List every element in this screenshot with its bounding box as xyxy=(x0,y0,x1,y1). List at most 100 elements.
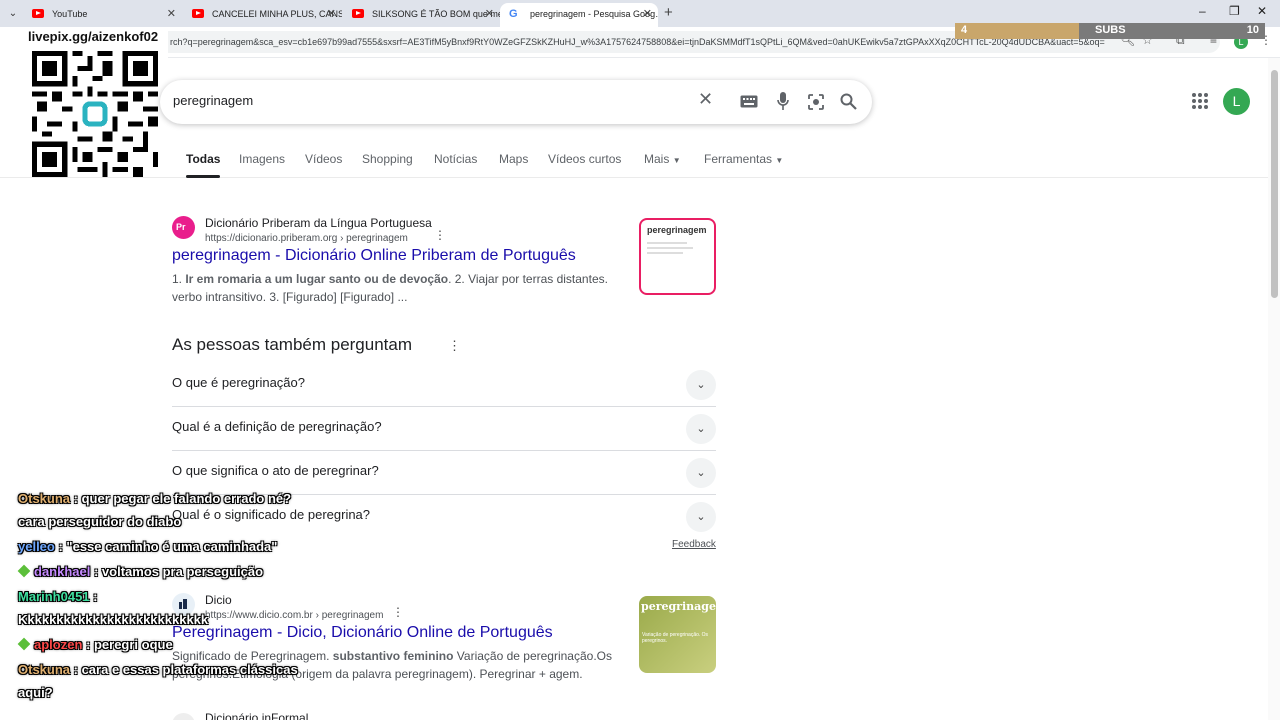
thumbnail-line xyxy=(647,252,683,254)
close-tab-icon[interactable]: ✕ xyxy=(485,3,494,25)
google-apps-icon[interactable] xyxy=(1192,93,1208,109)
result-url[interactable]: https://www.dicio.com.br › peregrinagem xyxy=(205,610,383,621)
tab-title: SILKSONG É TÃO BOM que me… xyxy=(372,9,500,19)
result-snippet: 1. Ir em romaria a um lugar santo ou de … xyxy=(172,270,612,306)
google-favicon-icon: G xyxy=(509,8,518,20)
subs-label: SUBS xyxy=(1095,24,1126,36)
tab-videos-curtos[interactable]: Vídeos curtos xyxy=(548,152,621,166)
paa-question[interactable]: O que é peregrinação? ⌄ xyxy=(172,363,716,407)
tab-mais-label: Mais xyxy=(644,152,670,166)
browser-tab-silksong[interactable]: SILKSONG É TÃO BOM que me… ✕ xyxy=(342,3,500,27)
close-tab-icon[interactable]: ✕ xyxy=(167,3,176,25)
tab-noticias[interactable]: Notícias xyxy=(434,152,477,166)
result-options-icon[interactable]: ⋮ xyxy=(434,228,446,242)
tab-title: CANCELEI MINHA PLUS, CANS… xyxy=(212,9,342,19)
result-title-link[interactable]: Peregrinagem - Dicio, Dicionário Online … xyxy=(172,624,553,642)
tab-search-dropdown-icon[interactable]: ⌄ xyxy=(4,6,22,22)
tab-ferramentas-label: Ferramentas xyxy=(704,152,773,166)
subs-goal-bar: 4 SUBS 10 xyxy=(955,23,1265,39)
paa-heading: As pessoas também perguntam xyxy=(172,335,413,354)
google-search-box[interactable]: peregrinagem ✕ xyxy=(160,80,872,124)
search-filter-tabs: Todas Imagens Vídeos Shopping Notícias M… xyxy=(0,150,1268,178)
result-site-name[interactable]: Dicio xyxy=(205,593,232,607)
search-result-informal: Dicionário inFormal xyxy=(172,710,722,720)
chat-message: aplozen : peregri oque xyxy=(17,637,173,653)
close-tab-icon[interactable]: ✕ xyxy=(643,3,652,25)
chat-text: aqui? xyxy=(18,685,53,700)
browser-tab-google-search[interactable]: G peregrinagem - Pesquisa Goog… ✕ xyxy=(500,3,658,27)
paa-options-icon[interactable]: ⋮ xyxy=(448,338,461,354)
chat-badge-icon xyxy=(17,637,31,651)
paa-question-text: Qual é o significado de peregrina? xyxy=(172,507,371,522)
chevron-down-icon[interactable]: ⌄ xyxy=(686,458,716,488)
chat-message: Otskuna : cara e essas plataformas cláss… xyxy=(18,662,298,678)
paa-question-text: O que é peregrinação? xyxy=(172,375,305,390)
chevron-down-icon[interactable]: ⌄ xyxy=(686,414,716,444)
dicio-bar xyxy=(179,602,182,609)
google-lens-icon[interactable] xyxy=(807,93,825,111)
paa-question[interactable]: Qual é a definição de peregrinação? ⌄ xyxy=(172,407,716,451)
restore-icon[interactable]: ❐ xyxy=(1229,4,1240,18)
thumbnail-text: peregrinagem xyxy=(641,600,716,613)
snippet-bold: Ir em romaria a um lugar santo ou de dev… xyxy=(185,272,449,286)
result-thumbnail-priberam[interactable]: peregrinagem xyxy=(639,218,716,295)
chat-text: : quer pegar ele falando errado né? xyxy=(73,491,292,506)
chat-username: aplozen xyxy=(34,637,83,652)
chat-badge-icon xyxy=(17,564,31,578)
subs-goal: 10 xyxy=(1246,24,1259,36)
tab-maps[interactable]: Maps xyxy=(499,152,528,166)
new-tab-icon[interactable]: + xyxy=(664,4,673,21)
paa-question[interactable]: O que significa o ato de peregrinar? ⌄ xyxy=(172,451,716,495)
snippet-text: 1. xyxy=(172,272,186,286)
account-avatar[interactable]: L xyxy=(1223,88,1250,115)
thumbnail-subtext: Variação de peregrinação. Os peregrinos. xyxy=(642,632,709,644)
minimize-icon[interactable]: – xyxy=(1199,4,1206,18)
search-input[interactable]: peregrinagem xyxy=(173,93,253,108)
chat-username: dankhael xyxy=(34,564,91,579)
dicio-bar xyxy=(183,599,187,609)
chat-text: : cara e essas plataformas clássicas xyxy=(73,662,298,677)
chat-text: cara perseguidor do diabo xyxy=(18,514,182,529)
caret-down-icon: ▼ xyxy=(672,156,681,165)
thumbnail-line xyxy=(647,247,693,249)
chat-message: Otskuna : quer pegar ele falando errado … xyxy=(18,491,291,507)
tab-shopping[interactable]: Shopping xyxy=(362,152,413,166)
result-url[interactable]: https://dicionario.priberam.org › peregr… xyxy=(205,233,408,244)
snippet-bold: substantivo feminino xyxy=(332,649,454,663)
chat-message: dankhael : voltamos pra perseguição xyxy=(17,564,264,580)
youtube-favicon-icon xyxy=(352,9,364,18)
scrollbar-thumb[interactable] xyxy=(1271,70,1278,298)
result-site-name[interactable]: Dicionário Priberam da Língua Portuguesa xyxy=(205,216,432,230)
chevron-down-icon[interactable]: ⌄ xyxy=(686,502,716,532)
search-icon[interactable] xyxy=(840,93,857,110)
clear-search-icon[interactable]: ✕ xyxy=(698,89,713,110)
result-site-name[interactable]: Dicionário inFormal xyxy=(205,711,308,720)
result-options-icon[interactable]: ⋮ xyxy=(392,605,404,619)
keyboard-icon[interactable] xyxy=(740,95,758,108)
chat-username: yelleo xyxy=(18,539,55,554)
chevron-down-icon[interactable]: ⌄ xyxy=(686,370,716,400)
chat-username: Marinh0451 xyxy=(18,589,90,604)
chat-message: Marinh0451 : xyxy=(18,589,98,605)
close-window-icon[interactable]: ✕ xyxy=(1257,4,1267,18)
microphone-icon[interactable] xyxy=(777,92,789,111)
tab-imagens[interactable]: Imagens xyxy=(239,152,285,166)
browser-tab-youtube[interactable]: YouTube ✕ xyxy=(22,3,182,27)
feedback-link[interactable]: Feedback xyxy=(672,539,716,550)
priberam-site-icon: Pr xyxy=(172,216,195,239)
browser-tab-cancelei[interactable]: CANCELEI MINHA PLUS, CANS… ✕ xyxy=(182,3,342,27)
tab-mais[interactable]: Mais ▼ xyxy=(644,152,681,166)
tab-todas[interactable]: Todas xyxy=(186,152,221,178)
chat-message: aqui? xyxy=(18,685,53,701)
chat-text: : voltamos pra perseguição xyxy=(93,564,264,579)
result-title-link[interactable]: peregrinagem - Dicionário Online Pribera… xyxy=(172,247,576,265)
youtube-favicon-icon xyxy=(192,9,204,18)
result-thumbnail-dicio[interactable]: peregrinagem Variação de peregrinação. O… xyxy=(639,596,716,673)
chat-message: cara perseguidor do diabo xyxy=(18,514,181,530)
chat-message: Kkkkkkkkkkkkkkkkkkkkkkkkkk xyxy=(18,612,208,628)
thumbnail-text: peregrinagem xyxy=(647,225,707,235)
tab-videos[interactable]: Vídeos xyxy=(305,152,342,166)
tab-ferramentas[interactable]: Ferramentas ▼ xyxy=(704,152,783,166)
close-tab-icon[interactable]: ✕ xyxy=(327,3,336,25)
caret-down-icon: ▼ xyxy=(775,156,784,165)
